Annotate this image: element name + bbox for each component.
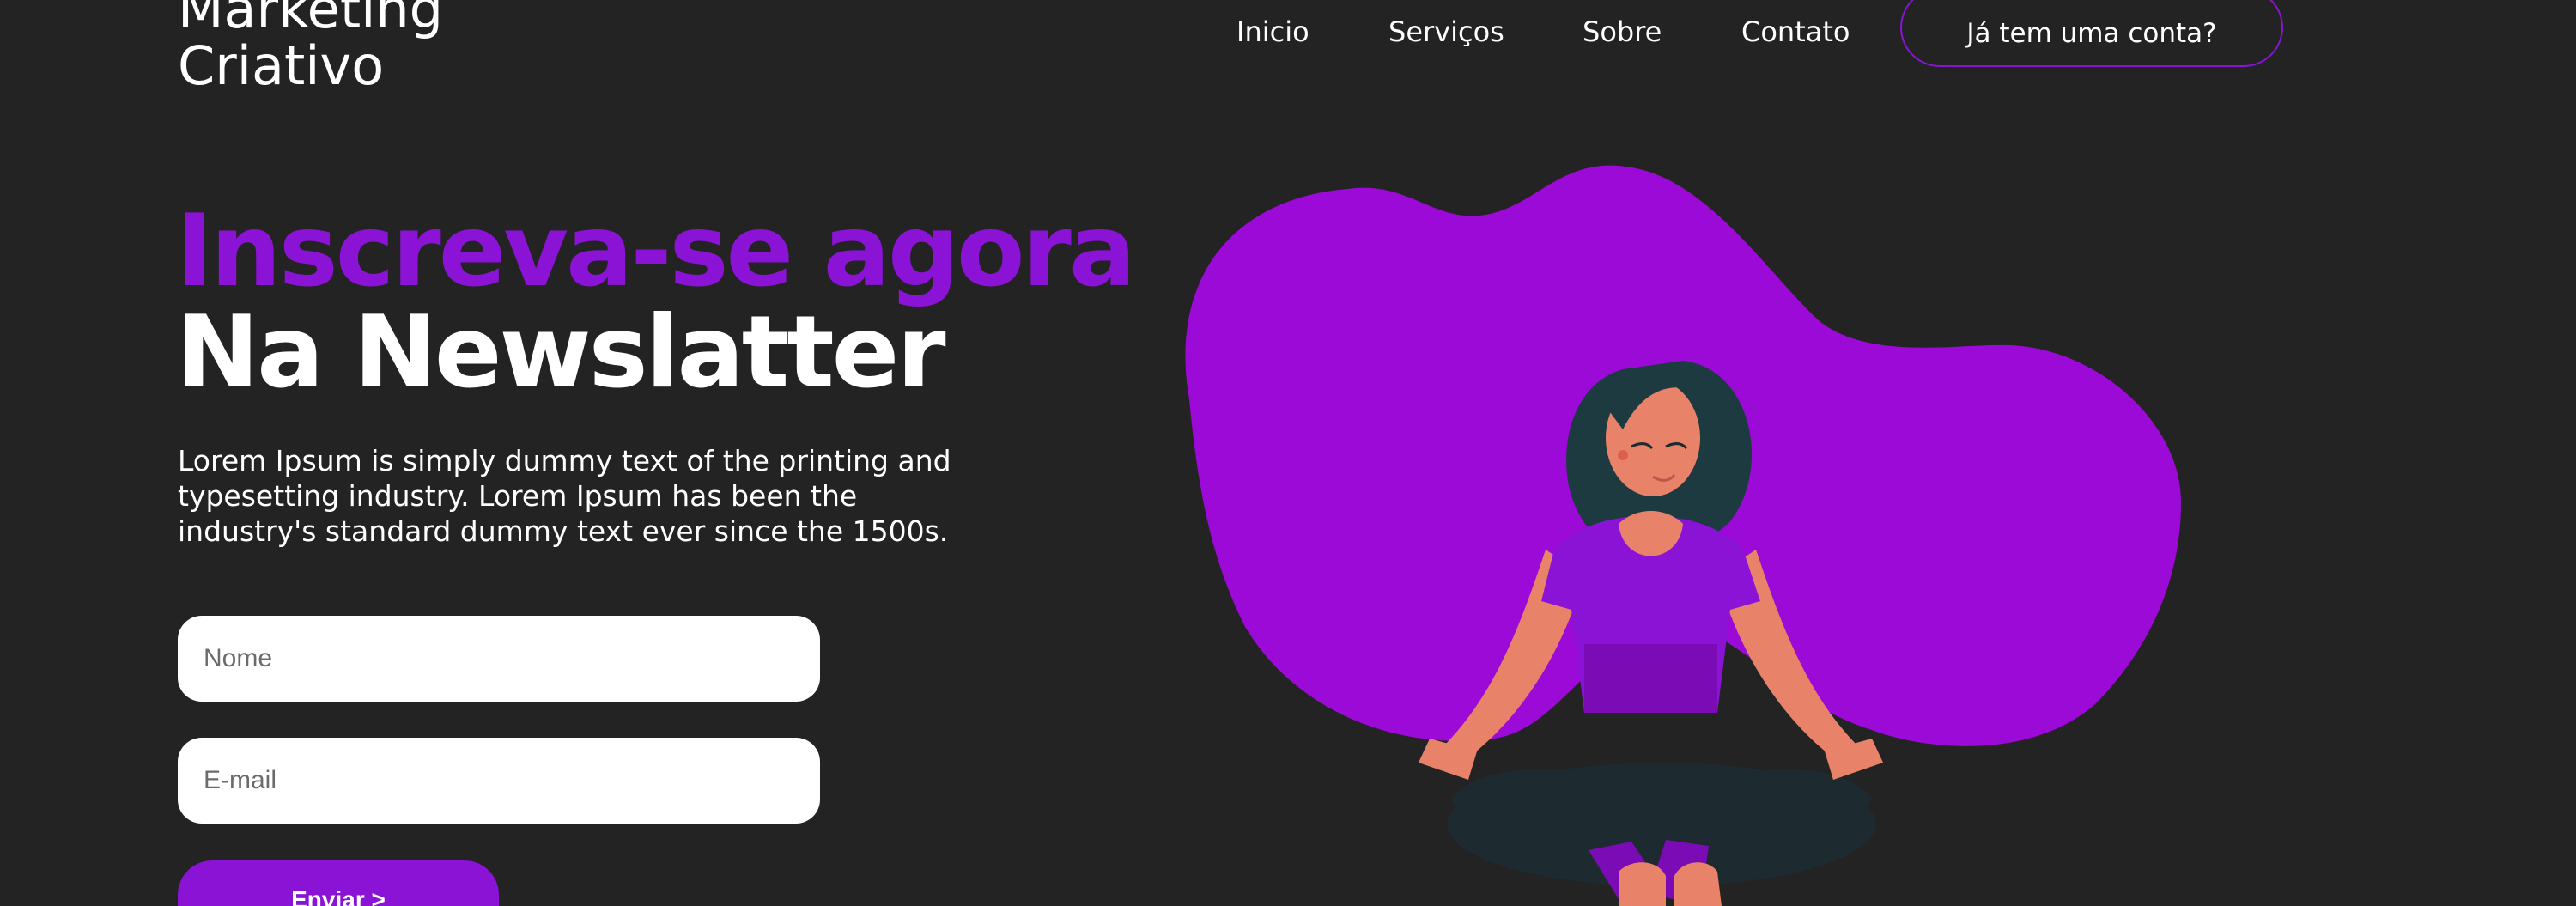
nav-item-sobre[interactable]: Sobre	[1583, 15, 1662, 48]
meditating-woman-illustration	[1185, 165, 2181, 906]
brand-line-1: Marketing	[178, 0, 444, 40]
submit-button[interactable]: Enviar >	[178, 860, 499, 906]
login-button[interactable]: Já tem uma conta?	[1900, 0, 2283, 67]
nav-item-servicos[interactable]: Serviços	[1388, 15, 1504, 48]
email-input[interactable]	[178, 738, 820, 824]
headline-accent: Inscreva-se agora	[176, 193, 1136, 309]
headline-main: Na Newslatter	[176, 295, 946, 410]
brand-line-2: Criativo	[178, 34, 385, 97]
name-input[interactable]	[178, 616, 820, 702]
nav-item-contato[interactable]: Contato	[1741, 15, 1850, 48]
brand-logo[interactable]: Marketing Criativo	[178, 0, 443, 94]
landing-page: Marketing Criativo Inicio Serviços Sobre…	[0, 0, 2576, 906]
hero-description: Lorem Ipsum is simply dummy text of the …	[178, 444, 951, 548]
nav-item-inicio[interactable]: Inicio	[1236, 15, 1309, 48]
